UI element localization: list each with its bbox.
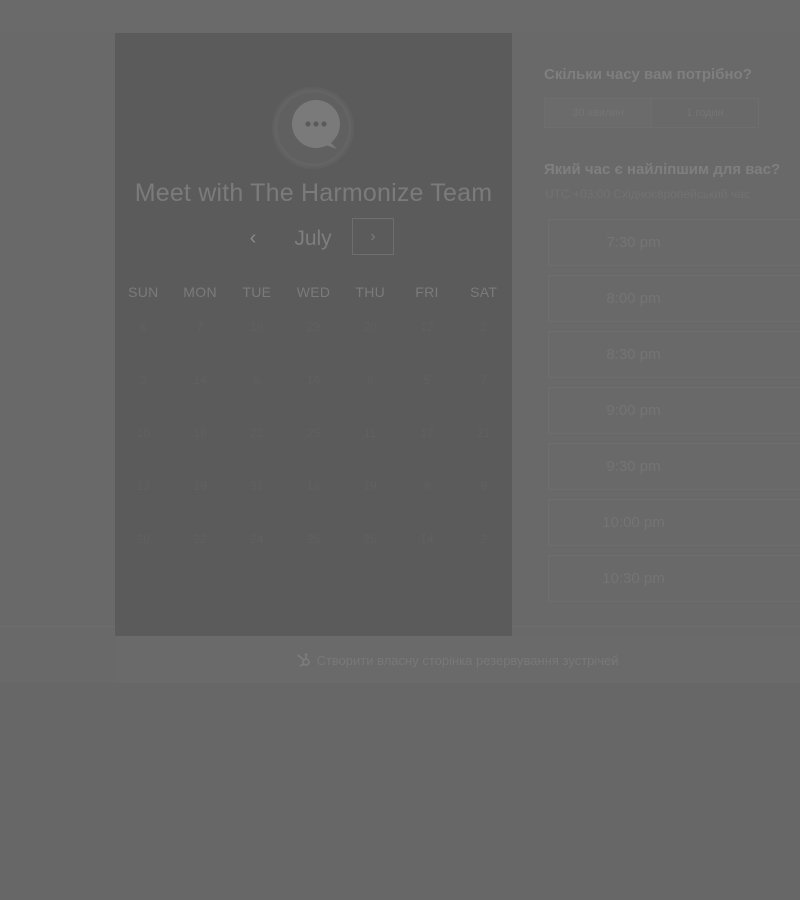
calendar-day: 13 xyxy=(136,479,151,493)
create-booking-page-link[interactable]: Створити власну сторінка резервування зу… xyxy=(115,637,800,683)
chat-bubble-logo-icon xyxy=(272,87,354,169)
duration-option-1h[interactable]: 1 годин xyxy=(652,99,758,127)
calendar-week: 20 22 24 25 25 14 2 xyxy=(115,525,512,578)
timeslot-button[interactable]: 9:00 pm xyxy=(548,387,800,434)
weekday-label: THU xyxy=(355,284,386,300)
month-label: July xyxy=(294,227,332,250)
calendar-day: 20 xyxy=(136,532,151,546)
timeslot-button[interactable]: 8:00 pm xyxy=(548,275,800,322)
time-question: Який час є найліпшим для вас? xyxy=(544,161,781,178)
weekday-header: SUN MON TUE WED THU FRI SAT xyxy=(115,284,512,300)
calendar-day: 20 xyxy=(363,320,377,334)
next-month-button[interactable]: › xyxy=(352,218,394,255)
calendar-day: 25 xyxy=(363,532,377,546)
weekday-label: SUN xyxy=(128,284,159,300)
timeslot-button[interactable]: 10:30 pm xyxy=(548,555,800,602)
calendar-day: 31 xyxy=(250,479,264,493)
calendar-day: 24 xyxy=(250,532,264,546)
calendar-day: 18 xyxy=(306,479,321,493)
calendar-day: 6 xyxy=(366,373,374,387)
top-bar xyxy=(0,0,800,34)
page-title: Meet with The Harmonize Team xyxy=(134,179,493,207)
calendar-day: 17 xyxy=(420,426,434,440)
footer-link-text: Створити власну сторінка резервування зу… xyxy=(316,652,619,668)
calendar-day: 14 xyxy=(420,532,434,546)
hubspot-sprocket-icon xyxy=(297,653,311,667)
weekday-label: WED xyxy=(296,284,331,300)
calendar-day: 6 xyxy=(140,320,147,334)
weekday-label: FRI xyxy=(415,284,439,300)
calendar-day: 5 xyxy=(423,373,431,387)
calendar-day: 7 xyxy=(196,320,204,334)
calendar-day: 19 xyxy=(193,479,207,493)
calendar-day: 14 xyxy=(306,373,321,387)
calendar-day: 10 xyxy=(136,426,151,440)
calendar-panel: Meet with The Harmonize Team ‹ July › SU… xyxy=(115,33,512,636)
calendar-day: 14 xyxy=(193,373,207,387)
calendar-day: 5 xyxy=(253,373,261,387)
calendar-day: 19 xyxy=(363,479,377,493)
duration-option-30min[interactable]: 30 хвилин xyxy=(545,99,652,127)
calendar-week: 3 14 5 14 6 5 7 xyxy=(115,366,512,419)
calendar-day: 2 xyxy=(480,532,488,546)
month-navigation: ‹ July xyxy=(115,221,512,257)
calendar-day: 8 xyxy=(423,479,431,493)
weekday-label: SAT xyxy=(470,284,498,300)
duration-question: Скільки часу вам потрібно? xyxy=(544,66,752,83)
calendar-day: 22 xyxy=(193,532,207,546)
calendar-grid: 6 7 18 29 20 12 2 3 14 5 14 6 5 7 10 16 … xyxy=(115,313,512,578)
previous-month-button[interactable]: ‹ xyxy=(235,221,271,257)
timeslot-button[interactable]: 7:30 pm xyxy=(548,219,800,266)
calendar-day: 29 xyxy=(306,320,321,334)
calendar-day: 25 xyxy=(306,426,321,440)
calendar-day: 21 xyxy=(476,426,491,440)
calendar-day: 3 xyxy=(140,373,147,387)
timeslot-button[interactable]: 10:00 pm xyxy=(548,499,800,546)
calendar-week: 13 19 31 18 19 8 9 xyxy=(115,472,512,525)
calendar-day: 12 xyxy=(420,320,434,334)
calendar-day: 9 xyxy=(480,479,488,493)
calendar-week: 6 7 18 29 20 12 2 xyxy=(115,313,512,366)
duration-selector: 30 хвилин 1 годин xyxy=(544,98,759,128)
calendar-day: 11 xyxy=(364,426,377,440)
timezone-label[interactable]: UTC +03:00 Східноєвропейський час xyxy=(545,187,750,201)
calendar-day: 25 xyxy=(306,532,321,546)
weekday-label: MON xyxy=(183,284,217,300)
calendar-week: 10 16 22 25 11 17 21 xyxy=(115,419,512,472)
booking-panel: Скільки часу вам потрібно? 30 хвилин 1 г… xyxy=(512,33,800,626)
timeslot-button[interactable]: 8:30 pm xyxy=(548,331,800,378)
calendar-day: 18 xyxy=(250,320,264,334)
calendar-day: 22 xyxy=(250,426,264,440)
footer-bar: Створити власну сторінка резервування зу… xyxy=(115,637,800,683)
calendar-day: 7 xyxy=(480,373,488,387)
timeslot-list: 7:30 pm 8:00 pm 8:30 pm 9:00 pm 9:30 pm … xyxy=(548,219,800,611)
weekday-label: TUE xyxy=(242,284,272,300)
timeslot-button[interactable]: 9:30 pm xyxy=(548,443,800,490)
calendar-day: 2 xyxy=(480,320,488,334)
calendar-day: 16 xyxy=(193,426,207,440)
